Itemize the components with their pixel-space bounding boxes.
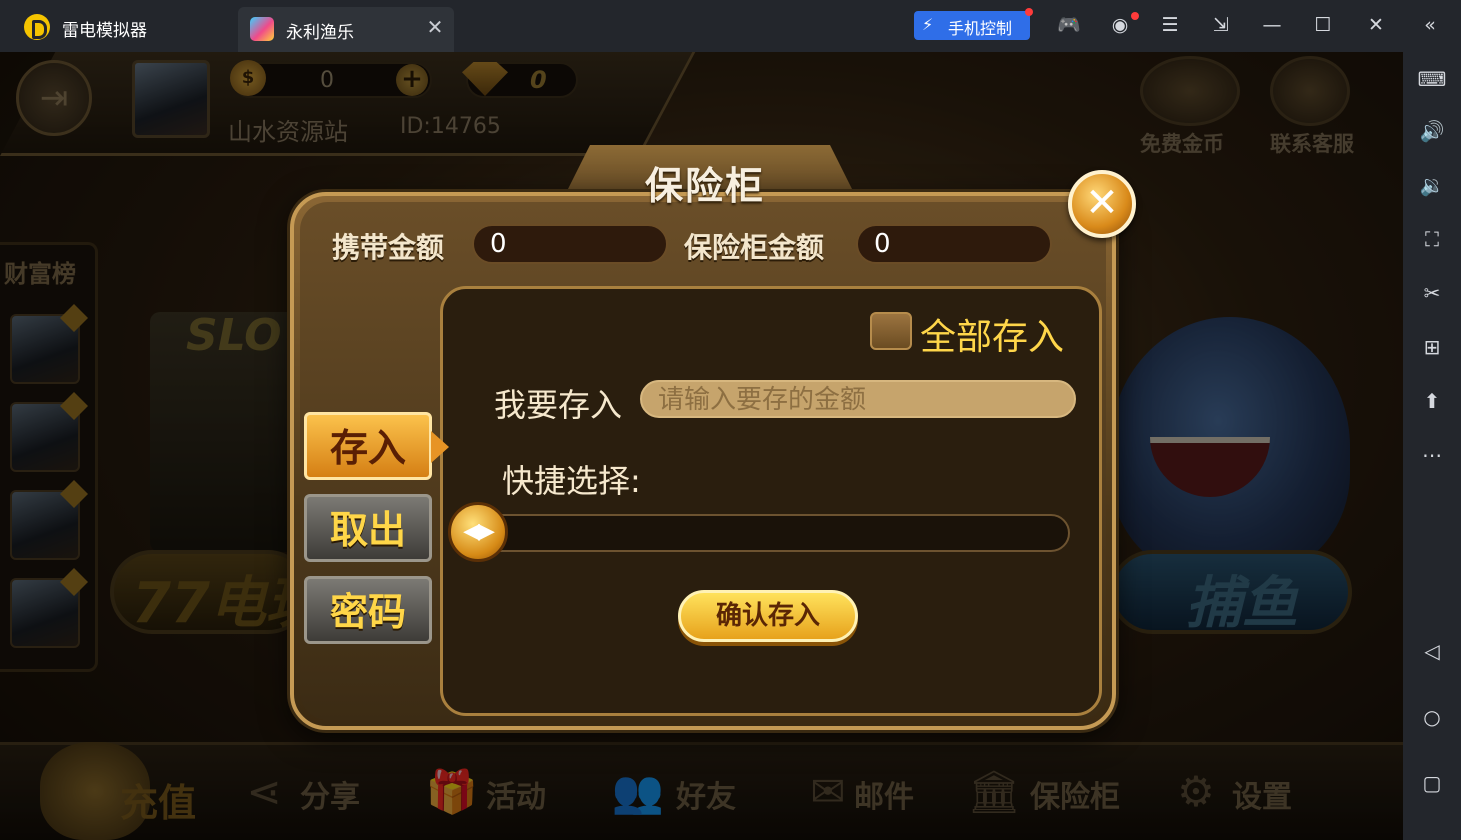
game-app-icon: [250, 17, 274, 41]
add-window-icon[interactable]: ⊞: [1417, 332, 1447, 362]
android-back-icon[interactable]: ◁: [1417, 636, 1447, 666]
fullscreen-icon[interactable]: ⛶: [1417, 224, 1447, 254]
account-notification-dot: [1131, 12, 1139, 20]
account-icon[interactable]: ◉: [1107, 12, 1133, 38]
ldplayer-logo-icon: [24, 14, 50, 40]
safe-amount-field: 0: [856, 224, 1052, 264]
tab-close-icon[interactable]: ✕: [424, 16, 446, 38]
android-home-icon[interactable]: ○: [1417, 702, 1447, 732]
emulator-sidebar: ⌨ 🔊 🔉 ⛶ ✂ ⊞ ⬆ ⋯ ◁ ○ ▢: [1403, 52, 1461, 840]
phone-control-button[interactable]: ⚡ 手机控制: [914, 11, 1030, 40]
close-icon[interactable]: ✕: [1363, 12, 1389, 38]
tab-deposit[interactable]: 存入: [304, 412, 449, 480]
safe-amount-label: 保险柜金额: [684, 231, 825, 264]
title-bar: 雷电模拟器 永利渔乐 ✕ ⚡ 手机控制 🎮 ◉ ☰ ⇲ — ☐ ✕ «: [0, 0, 1461, 52]
maximize-icon[interactable]: ☐: [1310, 12, 1336, 38]
tab-password[interactable]: 密码: [304, 576, 432, 644]
quick-select-slider[interactable]: [470, 514, 1070, 552]
gamepad-icon[interactable]: 🎮: [1056, 12, 1082, 38]
dialog-close-button[interactable]: ✕: [1068, 170, 1136, 238]
slider-handle[interactable]: ◀▶: [448, 502, 508, 562]
notification-dot: [1025, 8, 1033, 16]
android-recents-icon[interactable]: ▢: [1417, 768, 1447, 798]
apk-install-icon[interactable]: ⬆: [1417, 386, 1447, 416]
quick-select-label: 快捷选择:: [502, 462, 641, 500]
lightning-icon: ⚡: [922, 15, 934, 34]
deposit-all-checkbox[interactable]: [870, 312, 912, 350]
popout-icon[interactable]: ⇲: [1208, 12, 1234, 38]
dialog-title: 保险柜: [645, 164, 766, 208]
tab-game[interactable]: 永利渔乐 ✕: [238, 7, 454, 52]
app-name: 雷电模拟器: [62, 21, 147, 41]
deposit-amount-input[interactable]: [640, 380, 1076, 418]
tab-withdraw[interactable]: 取出: [304, 494, 432, 562]
keyboard-icon[interactable]: ⌨: [1417, 64, 1447, 94]
volume-down-icon[interactable]: 🔉: [1417, 170, 1447, 200]
more-icon[interactable]: ⋯: [1417, 440, 1447, 470]
carry-amount-field: 0: [472, 224, 668, 264]
confirm-deposit-button[interactable]: 确认存入: [678, 590, 858, 642]
scissors-icon[interactable]: ✂: [1417, 278, 1447, 308]
menu-icon[interactable]: ☰: [1157, 12, 1183, 38]
deposit-amount-label: 我要存入: [494, 386, 623, 424]
carry-amount-label: 携带金额: [332, 231, 445, 264]
emulator-window: 雷电模拟器 永利渔乐 ✕ ⚡ 手机控制 🎮 ◉ ☰ ⇲ — ☐ ✕ « ⌨ 🔊 …: [0, 0, 1461, 840]
tab-title: 永利渔乐: [286, 23, 354, 43]
minimize-icon[interactable]: —: [1259, 12, 1285, 38]
volume-up-icon[interactable]: 🔊: [1417, 116, 1447, 146]
deposit-all-label[interactable]: 全部存入: [920, 308, 1064, 360]
phone-control-label: 手机控制: [948, 19, 1013, 38]
collapse-sidebar-icon[interactable]: «: [1417, 12, 1443, 38]
